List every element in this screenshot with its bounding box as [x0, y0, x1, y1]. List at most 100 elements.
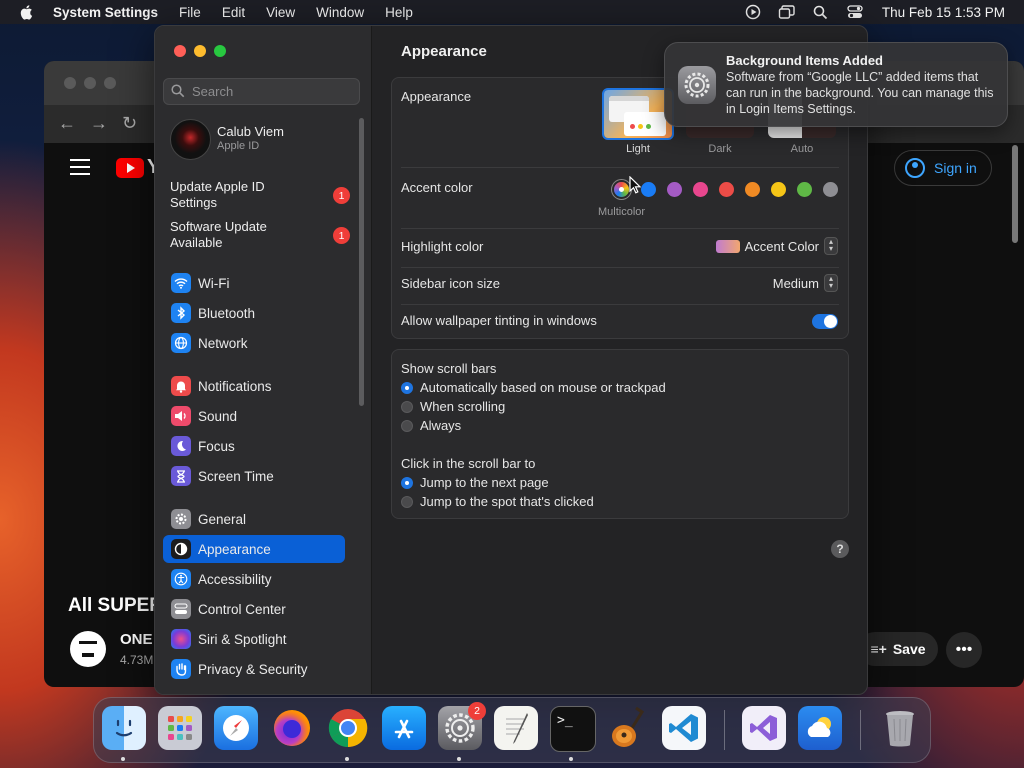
notice-badge: 1: [333, 227, 350, 244]
highlight-color-popup[interactable]: Accent Color ▴ ▾: [715, 237, 838, 255]
appearance-label: Appearance: [401, 89, 472, 104]
sidebar-item-label: Siri & Spotlight: [198, 631, 287, 647]
sidebar-icon-size-popup[interactable]: Medium ▴ ▾: [773, 274, 838, 292]
sidebar-item-notifications[interactable]: Notifications: [163, 372, 345, 400]
click-spot-radio[interactable]: Jump to the spot that's clicked: [401, 494, 594, 509]
launchpad-icon[interactable]: [158, 706, 202, 750]
menu-window[interactable]: Window: [316, 5, 364, 20]
sidebar-item-accessibility[interactable]: Accessibility: [163, 565, 345, 593]
terminal-icon[interactable]: >_: [550, 706, 596, 752]
menu-view[interactable]: View: [266, 5, 295, 20]
control-center-icon[interactable]: [846, 3, 864, 21]
spotlight-search-icon[interactable]: [812, 3, 830, 21]
visual-studio-icon[interactable]: [742, 706, 786, 750]
sidebar-scrollbar[interactable]: [359, 118, 364, 406]
sidebar-item-wifi[interactable]: Wi-Fi: [163, 269, 345, 297]
scroll-always-radio[interactable]: Always: [401, 418, 461, 433]
search-field[interactable]: [163, 78, 360, 105]
scroll-auto-radio[interactable]: Automatically based on mouse or trackpad: [401, 380, 666, 395]
accent-red-swatch[interactable]: [719, 182, 734, 197]
browser-zoom-button[interactable]: [104, 77, 116, 89]
mouse-pointer-icon: [629, 176, 641, 194]
minimize-button[interactable]: [194, 45, 206, 57]
search-input[interactable]: [190, 83, 354, 100]
safari-icon[interactable]: [214, 706, 258, 750]
divider: [401, 267, 839, 268]
sidebar-item-privacy-security[interactable]: Privacy & Security: [163, 655, 345, 683]
sidebar-item-siri-spotlight[interactable]: Siri & Spotlight: [163, 625, 345, 653]
sidebar-item-label: Focus: [198, 438, 235, 454]
accent-blue-swatch[interactable]: [641, 182, 656, 197]
browser-close-button[interactable]: [64, 77, 76, 89]
textedit-icon[interactable]: [494, 706, 538, 750]
scroll-when-scrolling-radio[interactable]: When scrolling: [401, 399, 505, 414]
sidebar-item-network[interactable]: Network: [163, 329, 345, 357]
software-update-item[interactable]: Software Update Available 1: [170, 219, 350, 251]
accent-yellow-swatch[interactable]: [771, 182, 786, 197]
accent-multicolor-swatch[interactable]: [614, 182, 629, 197]
more-options-icon[interactable]: •••: [946, 632, 982, 668]
accent-graphite-swatch[interactable]: [823, 182, 838, 197]
sidebar-item-focus[interactable]: Focus: [163, 432, 345, 460]
mode-light-caption: Light: [626, 143, 650, 155]
sidebar-item-appearance[interactable]: Appearance: [163, 535, 345, 563]
click-next-page-radio[interactable]: Jump to the next page: [401, 475, 549, 490]
globe-icon: [171, 333, 191, 353]
back-arrow-icon[interactable]: ←: [58, 113, 76, 134]
channel-subscribers: 4.73M: [120, 653, 154, 667]
play-circle-icon[interactable]: [744, 3, 762, 21]
menu-help[interactable]: Help: [385, 5, 413, 20]
chrome-icon[interactable]: [326, 706, 370, 750]
notification-body: Software from “Google LLC” added items t…: [726, 70, 994, 116]
menu-file[interactable]: File: [179, 5, 201, 20]
accent-green-swatch[interactable]: [797, 182, 812, 197]
sidebar-item-bluetooth[interactable]: Bluetooth: [163, 299, 345, 327]
browser-minimize-button[interactable]: [84, 77, 96, 89]
update-apple-id-settings-item[interactable]: Update Apple ID Settings 1: [170, 179, 350, 211]
apple-menu-icon[interactable]: [19, 4, 35, 20]
forward-arrow-icon[interactable]: →: [90, 113, 108, 134]
vscode-icon[interactable]: [662, 706, 706, 750]
menu-edit[interactable]: Edit: [222, 5, 245, 20]
background-items-notification[interactable]: Background Items Added Software from “Go…: [664, 42, 1008, 127]
channel-name[interactable]: ONE: [120, 631, 153, 648]
hand-icon: [171, 659, 191, 679]
hamburger-menu-icon[interactable]: [70, 159, 90, 180]
sidebar-item-screen-time[interactable]: Screen Time: [163, 462, 345, 490]
sidebar-item-general[interactable]: General: [163, 505, 345, 533]
accent-pink-swatch[interactable]: [693, 182, 708, 197]
trash-icon[interactable]: [878, 706, 922, 750]
wallpaper-tinting-toggle[interactable]: [812, 314, 838, 329]
finder-icon[interactable]: [102, 706, 146, 750]
menu-clock[interactable]: Thu Feb 15 1:53 PM: [882, 5, 1005, 20]
accent-purple-swatch[interactable]: [667, 182, 682, 197]
save-label: Save: [892, 641, 926, 657]
notice-badge: 1: [333, 187, 350, 204]
sidebar-item-control-center[interactable]: Control Center: [163, 595, 345, 623]
garageband-icon[interactable]: [606, 706, 650, 750]
screen-mirroring-icon[interactable]: [778, 3, 796, 21]
bell-icon: [171, 376, 191, 396]
app-menu[interactable]: System Settings: [53, 5, 158, 20]
browser-scrollbar[interactable]: [1012, 145, 1018, 243]
appearance-icon: [171, 539, 191, 559]
app-store-icon[interactable]: [382, 706, 426, 750]
radio-label: Always: [420, 418, 462, 433]
radio-dot: [401, 419, 413, 432]
weather-icon[interactable]: [798, 706, 842, 750]
firefox-icon[interactable]: [270, 706, 314, 750]
channel-avatar[interactable]: [70, 631, 106, 667]
help-button[interactable]: ?: [831, 540, 849, 558]
close-button[interactable]: [174, 45, 186, 57]
sign-in-button[interactable]: Sign in: [894, 150, 992, 186]
save-button[interactable]: ≡+ Save: [858, 632, 938, 666]
sidebar-item-sound[interactable]: Sound: [163, 402, 345, 430]
reload-icon[interactable]: ↻: [122, 113, 137, 134]
wallpaper-tinting-label: Allow wallpaper tinting in windows: [401, 313, 597, 328]
accent-orange-swatch[interactable]: [745, 182, 760, 197]
video-title: All SUPER: [68, 595, 164, 616]
gear-icon: [171, 509, 191, 529]
youtube-logo-icon[interactable]: [116, 158, 144, 178]
wifi-icon: [171, 273, 191, 293]
zoom-button[interactable]: [214, 45, 226, 57]
